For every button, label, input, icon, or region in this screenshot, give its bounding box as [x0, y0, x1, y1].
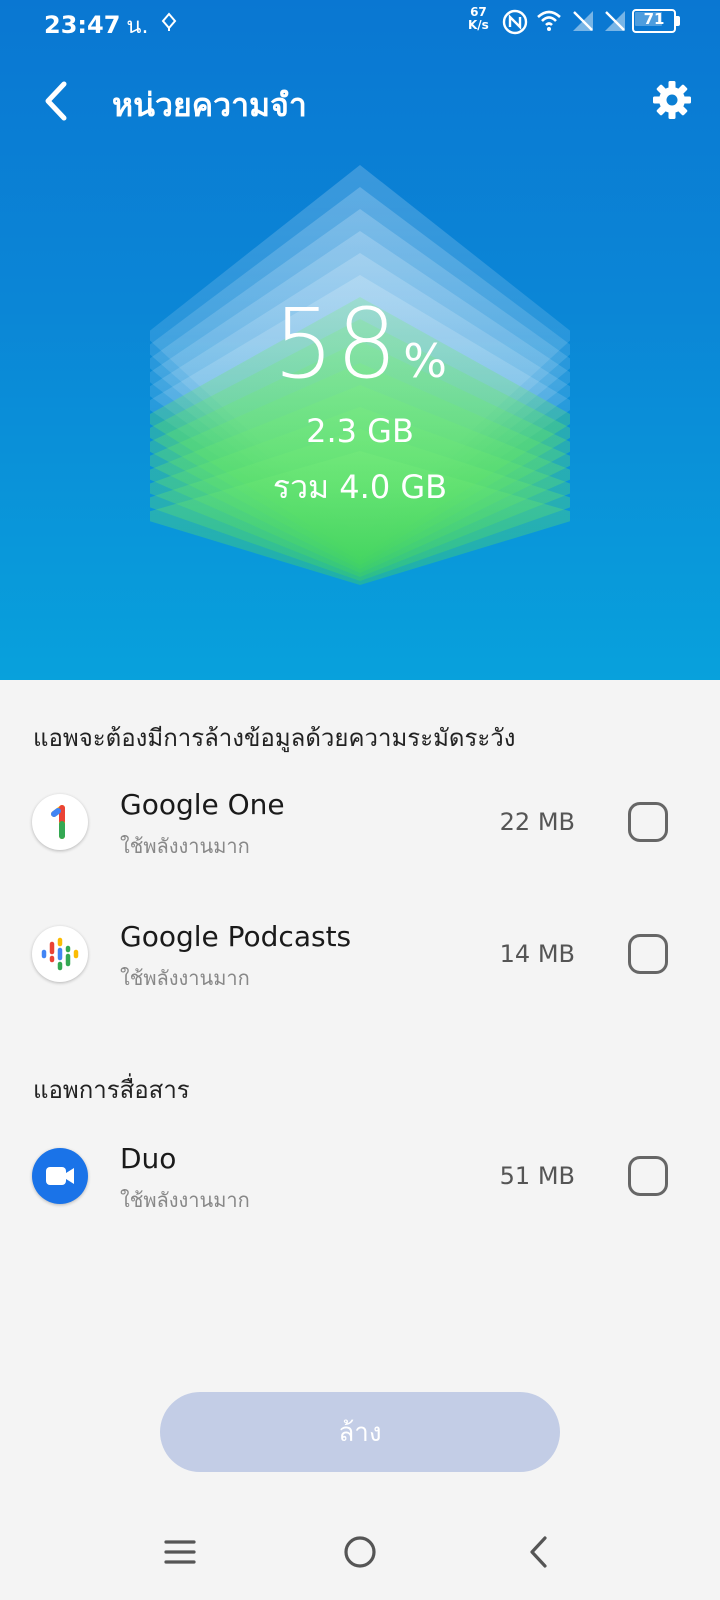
memory-hero: 23:47 น. 67 K/s 71 หน่วยความจำ 58% 2.3 G… — [0, 0, 720, 680]
app-subtitle: ใช้พลังงานมาก — [120, 834, 250, 858]
page-title: หน่วยความจำ — [112, 86, 307, 124]
app-size: 51 MB — [499, 1162, 575, 1190]
memory-total: รวม 4.0 GB — [272, 468, 448, 506]
back-icon[interactable] — [520, 1532, 560, 1572]
duo-icon — [32, 1148, 88, 1204]
app-checkbox[interactable] — [628, 802, 668, 842]
memory-used: 2.3 GB — [306, 412, 414, 450]
memory-percent: 58% — [273, 288, 447, 400]
app-size: 22 MB — [499, 808, 575, 836]
app-checkbox[interactable] — [628, 1156, 668, 1196]
signal-sim2-icon — [605, 11, 625, 31]
app-name: Google Podcasts — [120, 920, 352, 953]
google-podcasts-icon — [32, 926, 88, 982]
app-row-google-one[interactable]: Google One ใช้พลังงานมาก 22 MB — [0, 776, 720, 876]
battery-indicator: 71 — [632, 9, 680, 33]
app-subtitle: ใช้พลังงานมาก — [120, 966, 250, 990]
nfc-icon — [502, 9, 528, 35]
status-bar: 23:47 น. 67 K/s 71 — [0, 0, 720, 48]
home-icon[interactable] — [340, 1532, 380, 1572]
google-one-icon — [32, 794, 88, 850]
app-name: Duo — [120, 1142, 177, 1175]
app-row-google-podcasts[interactable]: Google Podcasts ใช้พลังงานมาก 14 MB — [0, 908, 720, 1008]
section-title-communication: แอพการสื่อสาร — [33, 1076, 190, 1104]
network-speed: 67 K/s — [468, 5, 489, 32]
notification-icon — [161, 12, 177, 31]
signal-sim1-icon — [573, 11, 593, 31]
battery-level: 71 — [643, 10, 665, 28]
app-row-duo[interactable]: Duo ใช้พลังงานมาก 51 MB — [0, 1130, 720, 1230]
wifi-icon — [537, 10, 561, 31]
menu-icon[interactable] — [160, 1532, 200, 1572]
app-checkbox[interactable] — [628, 934, 668, 974]
app-size: 14 MB — [499, 940, 575, 968]
app-name: Google One — [120, 788, 285, 821]
clear-button[interactable]: ล้าง — [160, 1392, 560, 1472]
app-subtitle: ใช้พลังงานมาก — [120, 1188, 250, 1212]
status-time: 23:47 น. — [44, 11, 149, 39]
gear-icon[interactable] — [652, 80, 692, 120]
back-icon[interactable] — [38, 78, 78, 124]
section-title-careful: แอพจะต้องมีการล้างข้อมูลด้วยความระมัดระว… — [33, 724, 516, 752]
